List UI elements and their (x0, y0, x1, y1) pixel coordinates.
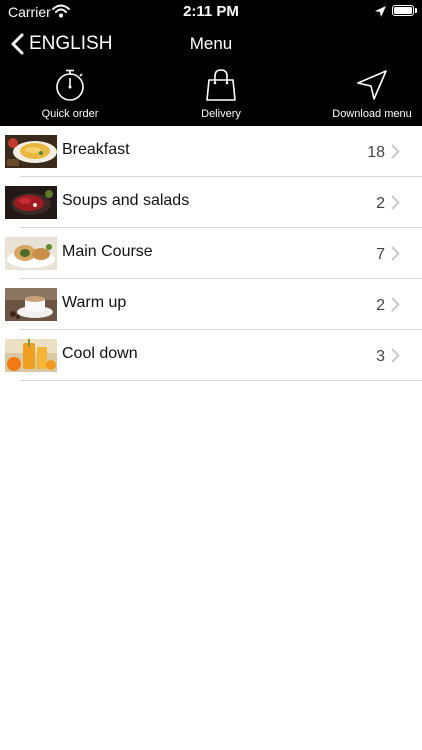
main-course-thumbnail (5, 237, 57, 270)
list-item-count: 2 (376, 195, 385, 212)
page-title: Menu (189, 34, 233, 53)
breakfast-thumbnail (5, 135, 57, 168)
chevron-right-icon (391, 348, 400, 363)
list-item-cool-down[interactable]: Cool down 3 (0, 330, 422, 381)
list-item-label: Breakfast (62, 141, 130, 158)
status-bar: Carrier 2:11 PM (0, 0, 422, 24)
list-item-label: Main Course (62, 243, 153, 260)
battery-tip (415, 8, 417, 13)
location-services-icon (375, 6, 386, 17)
quick-order-button[interactable]: Quick order (15, 64, 125, 126)
download-menu-button[interactable]: Download menu (317, 64, 422, 126)
soups-and-salads-thumbnail (5, 186, 57, 219)
warm-up-thumbnail (5, 288, 57, 321)
list-item-soups-and-salads[interactable]: Soups and salads 2 (0, 177, 422, 228)
location-arrow-icon (357, 70, 387, 100)
list-item-label: Soups and salads (62, 192, 190, 209)
stopwatch-icon (56, 69, 84, 101)
status-time: 2:11 PM (183, 3, 239, 20)
shopping-bag-icon (206, 69, 236, 101)
list-item-count: 2 (376, 297, 385, 314)
list-item-breakfast[interactable]: Breakfast 18 (0, 126, 422, 177)
list-item-label: Cool down (62, 345, 138, 362)
list-item-warm-up[interactable]: Warm up 2 (0, 279, 422, 330)
list-item-count: 18 (367, 144, 385, 161)
delivery-button[interactable]: Delivery (166, 64, 276, 126)
delivery-label: Delivery (201, 108, 241, 120)
chevron-right-icon (391, 144, 400, 159)
category-list: Breakfast 18 Soups and salads 2 Main Cou… (0, 126, 422, 381)
chevron-right-icon (391, 195, 400, 210)
list-item-main-course[interactable]: Main Course 7 (0, 228, 422, 279)
list-item-count: 3 (376, 348, 385, 365)
list-item-count: 7 (376, 246, 385, 263)
chevron-right-icon (391, 297, 400, 312)
download-menu-label: Download menu (332, 108, 412, 120)
battery-icon (392, 5, 414, 16)
cool-down-thumbnail (5, 339, 57, 372)
quick-order-label: Quick order (41, 108, 99, 120)
action-toolbar: Quick order Delivery Download menu (0, 64, 422, 126)
navigation-bar: ENGLISH Menu (0, 24, 422, 64)
list-item-label: Warm up (62, 294, 127, 311)
chevron-right-icon (391, 246, 400, 261)
